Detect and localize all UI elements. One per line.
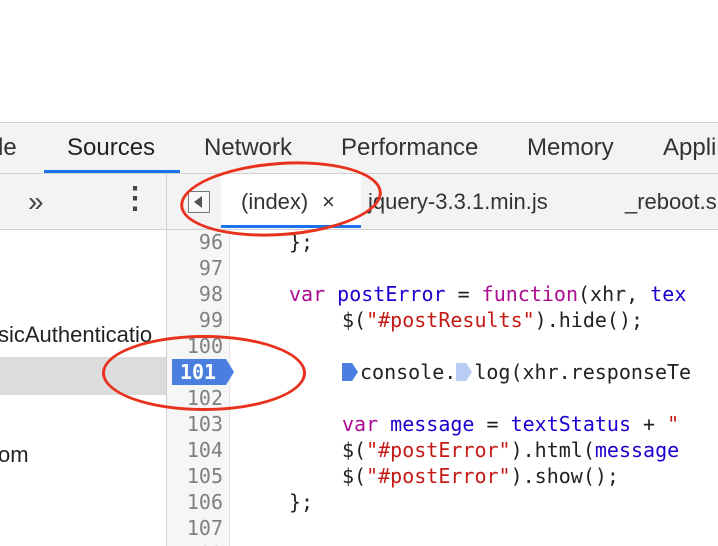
line-number[interactable]: 108 — [167, 542, 223, 546]
line-number[interactable]: 107 — [167, 516, 223, 540]
navigator-menu-icon[interactable]: ⋮ — [120, 184, 150, 214]
code-line[interactable]: }; — [289, 490, 313, 514]
tab-console[interactable]: le — [0, 123, 17, 175]
code-line[interactable]: var message = textStatus + " — [342, 412, 679, 436]
annotation-circle-breakpoint — [102, 335, 306, 411]
line-number[interactable]: 97 — [167, 256, 223, 280]
line-number[interactable]: 106 — [167, 490, 223, 514]
tree-item-auth[interactable]: sicAuthenticatio — [0, 322, 152, 348]
line-number[interactable]: 98 — [167, 282, 223, 306]
page-background-top — [0, 0, 718, 122]
line-number[interactable]: 96 — [167, 230, 223, 254]
line-number[interactable]: 105 — [167, 464, 223, 488]
inline-breakpoint-icon[interactable] — [342, 363, 358, 381]
code-line[interactable]: $("#postResults").hide(); — [342, 308, 643, 332]
code-line[interactable]: $("#postError").show(); — [342, 464, 619, 488]
tab-memory[interactable]: Memory — [527, 123, 614, 175]
line-number[interactable]: 99 — [167, 308, 223, 332]
devtools-main-tabbar: le Sources Network Performance Memory Ap… — [0, 122, 718, 174]
navigator-toolbar: » ⋮ — [0, 174, 166, 230]
tree-item-domain[interactable]: om — [0, 442, 29, 468]
inline-breakpoint-inactive-icon[interactable] — [456, 363, 473, 381]
tab-sources[interactable]: Sources — [67, 123, 155, 175]
file-tab-jquery[interactable]: jquery-3.3.1.min.js — [368, 174, 548, 229]
more-tabs-chevron-icon[interactable]: » — [28, 186, 44, 218]
code-line[interactable]: $("#postError").html(message — [342, 438, 679, 462]
code-line[interactable]: console. log(xhr.responseTe — [342, 360, 691, 384]
tab-performance[interactable]: Performance — [341, 123, 478, 175]
tab-application[interactable]: Appli — [663, 123, 716, 175]
line-number[interactable]: 104 — [167, 438, 223, 462]
file-tab-reboot[interactable]: _reboot.s — [625, 174, 717, 229]
line-number[interactable]: 103 — [167, 412, 223, 436]
code-line[interactable]: var postError = function(xhr, tex — [289, 282, 686, 306]
active-tab-indicator — [44, 170, 180, 173]
